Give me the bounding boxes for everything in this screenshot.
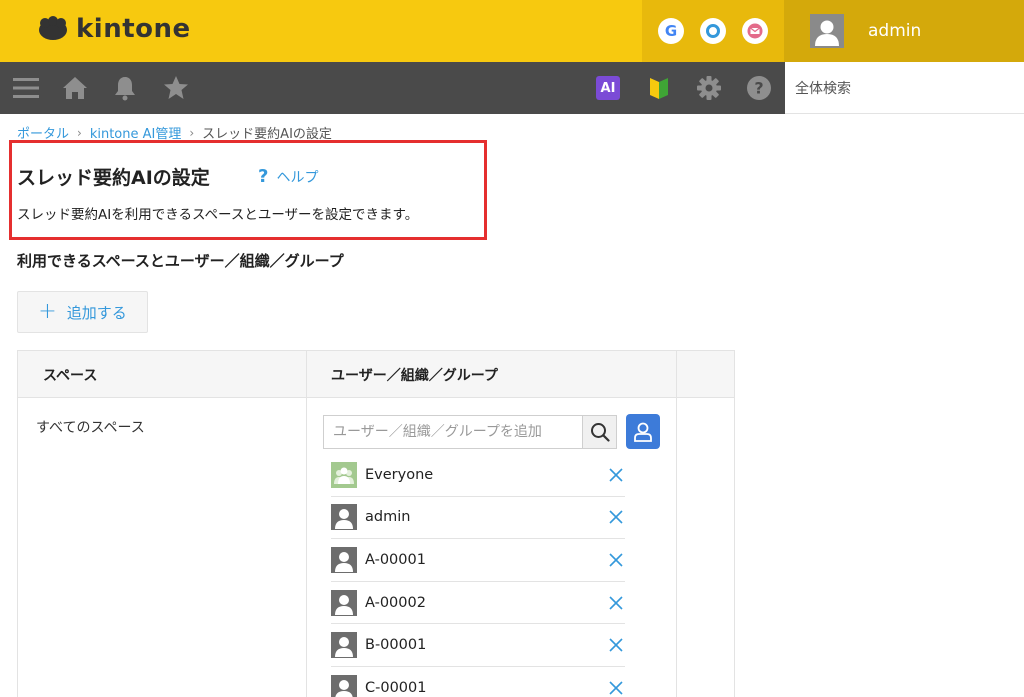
- entity-name: B-00001: [365, 637, 427, 654]
- list-item: C-00001: [331, 667, 625, 697]
- list-item: B-00001: [331, 624, 625, 667]
- help-label: ヘルプ: [276, 169, 319, 186]
- add-button-label: 追加する: [66, 303, 127, 322]
- app-shortcuts: G: [642, 0, 784, 62]
- user-menu[interactable]: admin: [784, 0, 1024, 62]
- breadcrumb-separator: ›: [77, 125, 82, 140]
- star-icon[interactable]: [163, 75, 189, 101]
- global-search-input[interactable]: 全体検索: [785, 62, 1024, 114]
- list-item: A-00001: [331, 539, 625, 582]
- page-title: スレッド要約AIの設定: [17, 167, 210, 189]
- remove-icon[interactable]: [607, 679, 625, 697]
- beginner-mark-icon[interactable]: [646, 75, 672, 101]
- avatar: [810, 14, 844, 48]
- plus-icon: +: [38, 299, 57, 324]
- column-header-space: スペース: [43, 367, 98, 384]
- entity-picker: [323, 415, 617, 449]
- table-header: スペース ユーザー／組織／グループ: [18, 350, 734, 398]
- remove-icon[interactable]: [607, 636, 625, 654]
- list-item: Everyone: [331, 454, 625, 497]
- home-icon[interactable]: [62, 75, 88, 101]
- user-select-button[interactable]: [626, 414, 660, 449]
- user-icon: [331, 675, 357, 697]
- page-description: スレッド要約AIを利用できるスペースとユーザーを設定できます。: [17, 207, 419, 223]
- bell-icon[interactable]: [112, 75, 138, 101]
- remove-icon[interactable]: [607, 551, 625, 569]
- entity-name: admin: [365, 509, 411, 526]
- entity-name: A-00002: [365, 594, 426, 611]
- column-divider: [306, 350, 307, 697]
- kintone-logo-icon: [39, 16, 67, 40]
- entity-name: A-00001: [365, 551, 426, 568]
- user-icon: [331, 589, 357, 616]
- garoon-icon[interactable]: [700, 18, 726, 44]
- user-silhouette-icon: [810, 14, 844, 48]
- add-button[interactable]: + 追加する: [17, 291, 148, 333]
- remove-icon[interactable]: [607, 594, 625, 612]
- top-header: kintone G admin: [0, 0, 1024, 62]
- remove-icon[interactable]: [607, 466, 625, 484]
- garoon-ring-icon: [706, 24, 720, 38]
- highlight-frame: [9, 140, 487, 240]
- group-icon: [331, 461, 357, 488]
- breadcrumb-separator: ›: [189, 125, 195, 140]
- search-placeholder: 全体検索: [795, 80, 851, 97]
- gear-icon[interactable]: [696, 75, 722, 101]
- person-outline-icon: [634, 422, 652, 442]
- user-icon: [331, 632, 357, 659]
- menu-icon[interactable]: [13, 75, 39, 101]
- help-link[interactable]: ? ヘルプ: [258, 166, 318, 187]
- space-cell: すべてのスペース: [36, 420, 145, 436]
- permissions-table: スペース ユーザー／組織／グループ すべてのスペース Everyone admi…: [17, 350, 735, 697]
- search-icon[interactable]: [582, 416, 616, 448]
- user-icon: [331, 504, 357, 531]
- entity-search-input[interactable]: [324, 416, 582, 448]
- user-icon: [331, 546, 357, 573]
- user-name: admin: [868, 21, 922, 41]
- section-title: 利用できるスペースとユーザー／組織／グループ: [17, 252, 344, 270]
- envelope-icon: [747, 23, 763, 39]
- global-nav: AI ?: [0, 62, 785, 114]
- column-header-entities: ユーザー／組織／グループ: [331, 367, 498, 384]
- ai-icon[interactable]: AI: [595, 75, 621, 101]
- help-question-icon: ?: [258, 166, 269, 187]
- list-item: A-00002: [331, 582, 625, 625]
- mail-icon[interactable]: [742, 18, 768, 44]
- google-icon[interactable]: G: [658, 18, 684, 44]
- entity-name: Everyone: [365, 466, 434, 483]
- svg-text:?: ?: [754, 79, 763, 98]
- logo-text: kintone: [76, 14, 191, 44]
- column-divider: [676, 350, 677, 697]
- list-item: admin: [331, 497, 625, 540]
- entity-list: Everyone admin A-00001 A-00002 B-00001 C…: [331, 454, 625, 697]
- help-circle-icon[interactable]: ?: [746, 75, 772, 101]
- remove-icon[interactable]: [607, 508, 625, 526]
- entity-name: C-00001: [365, 680, 427, 697]
- kintone-logo[interactable]: kintone: [36, 14, 191, 44]
